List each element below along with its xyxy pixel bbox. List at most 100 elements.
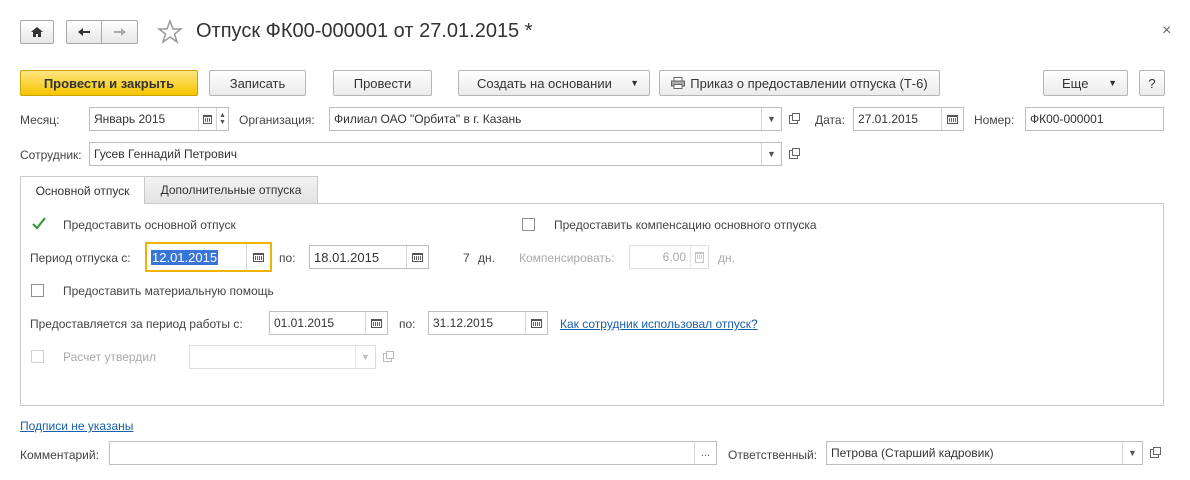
calendar-icon	[531, 318, 542, 328]
comment-value	[110, 442, 694, 464]
home-button[interactable]	[20, 20, 54, 44]
forward-button[interactable]	[101, 20, 138, 44]
open-icon	[788, 112, 800, 124]
page-title: Отпуск ФК00-000001 от 27.01.2015 *	[196, 20, 533, 42]
month-field[interactable]: Январь 2015 ▲ ▼	[89, 107, 229, 131]
compensate-unit: дн.	[718, 251, 735, 265]
help-button[interactable]: ?	[1139, 70, 1165, 96]
employee-value: Гусев Геннадий Петрович	[94, 147, 238, 161]
create-based-label: Создать на основании	[477, 75, 612, 91]
org-open-button[interactable]	[783, 109, 803, 129]
calculator-icon	[695, 251, 704, 263]
dropdown-arrow-icon: ▼	[1108, 78, 1117, 88]
date-value: 27.01.2015	[858, 112, 919, 126]
compensate-field: 6,00	[629, 245, 709, 269]
calendar-icon	[412, 252, 423, 262]
period-to-value: 18.01.2015	[314, 249, 380, 265]
calendar-icon	[371, 318, 382, 328]
days-count: 7	[463, 251, 470, 265]
calc-approved-field: ▼	[189, 345, 376, 369]
more-button[interactable]: Еще ▼	[1043, 70, 1128, 96]
write-button[interactable]: Записать	[209, 70, 306, 96]
days-unit: дн.	[478, 251, 495, 265]
employee-open-button[interactable]	[783, 144, 803, 164]
period-from-field[interactable]: 12.01.2015	[145, 242, 272, 272]
material-aid-label: Предоставить материальную помощь	[63, 284, 274, 298]
calc-approved-value	[190, 346, 355, 368]
employee-dropdown-button[interactable]: ▼	[761, 143, 781, 165]
calc-approved-open-button	[377, 347, 397, 367]
dropdown-arrow-icon: ▼	[767, 149, 776, 159]
period-to-field[interactable]: 18.01.2015	[309, 245, 429, 269]
org-label: Организация:	[239, 113, 315, 127]
responsible-field[interactable]: Петрова (Старший кадровик) ▼	[826, 441, 1143, 465]
work-to-calendar-button[interactable]	[525, 312, 547, 334]
favorite-star-icon[interactable]	[156, 18, 184, 48]
number-field[interactable]: ФК00-000001	[1025, 107, 1164, 131]
org-dropdown-button[interactable]: ▼	[761, 108, 781, 130]
arrow-left-icon	[78, 28, 90, 36]
responsible-label: Ответственный:	[728, 448, 818, 462]
work-to-field[interactable]: 31.12.2015	[428, 311, 548, 335]
grant-compensation-checkbox[interactable]	[522, 218, 535, 231]
tab-panel	[20, 203, 1164, 406]
calc-approved-label: Расчет утвердил	[63, 350, 157, 364]
back-button[interactable]	[66, 20, 102, 44]
open-icon	[382, 350, 394, 362]
dropdown-arrow-icon: ▼	[630, 78, 639, 88]
grant-main-label: Предоставить основной отпуск	[63, 218, 236, 232]
work-from-field[interactable]: 01.01.2015	[269, 311, 388, 335]
work-from-value: 01.01.2015	[274, 316, 335, 330]
calc-approved-checkbox	[31, 350, 44, 363]
date-label: Дата:	[815, 113, 845, 127]
home-icon	[31, 27, 43, 37]
close-icon[interactable]: ×	[1162, 22, 1171, 40]
work-to-label: по:	[399, 317, 416, 331]
work-from-calendar-button[interactable]	[365, 312, 387, 334]
printer-icon	[671, 77, 686, 89]
compensate-label: Компенсировать:	[519, 251, 615, 265]
post-button[interactable]: Провести	[333, 70, 432, 96]
grant-compensation-label: Предоставить компенсацию основного отпус…	[554, 218, 817, 232]
create-based-button[interactable]: Создать на основании ▼	[458, 70, 650, 96]
compensate-calc-button	[690, 246, 708, 268]
open-icon	[788, 147, 800, 159]
post-and-close-button[interactable]: Провести и закрыть	[20, 70, 198, 96]
calendar-icon	[203, 114, 212, 124]
responsible-open-button[interactable]	[1144, 443, 1164, 463]
tab-main-vacation[interactable]: Основной отпуск	[20, 176, 145, 204]
period-from-calendar-button[interactable]	[246, 244, 270, 270]
calc-approved-dropdown: ▼	[355, 346, 375, 368]
month-spinner[interactable]: ▲ ▼	[216, 108, 228, 130]
comment-field[interactable]: ...	[109, 441, 717, 465]
compensate-value: 6,00	[662, 250, 686, 264]
arrow-right-icon	[113, 28, 126, 36]
material-aid-checkbox[interactable]	[31, 284, 44, 297]
period-from-label: Период отпуска с:	[30, 251, 131, 265]
responsible-value: Петрова (Старший кадровик)	[831, 446, 994, 460]
print-order-button[interactable]: Приказ о предоставлении отпуска (Т-6)	[659, 70, 940, 96]
employee-field[interactable]: Гусев Геннадий Петрович ▼	[89, 142, 782, 166]
date-field[interactable]: 27.01.2015	[853, 107, 964, 131]
work-period-label: Предоставляется за период работы с:	[30, 317, 243, 331]
more-label: Еще	[1062, 75, 1089, 91]
responsible-dropdown-button[interactable]: ▼	[1122, 442, 1142, 464]
open-icon	[1149, 446, 1161, 458]
checkmark-icon	[32, 217, 46, 230]
signatures-link[interactable]: Подписи не указаны	[20, 419, 133, 433]
number-value: ФК00-000001	[1030, 112, 1104, 126]
grant-main-checkbox[interactable]	[31, 216, 47, 232]
org-field[interactable]: Филиал ОАО "Орбита" в г. Казань ▼	[329, 107, 782, 131]
month-value: Январь 2015	[94, 112, 166, 126]
month-select-button[interactable]	[198, 108, 216, 130]
calendar-icon	[253, 252, 264, 262]
month-label: Месяц:	[20, 113, 60, 127]
comment-edit-button[interactable]: ...	[694, 442, 716, 464]
dropdown-arrow-icon: ▼	[767, 114, 776, 124]
period-to-label: по:	[279, 251, 296, 265]
tab-additional-vacations[interactable]: Дополнительные отпуска	[144, 176, 318, 203]
vacation-usage-link[interactable]: Как сотрудник использовал отпуск?	[560, 317, 758, 331]
date-calendar-button[interactable]	[941, 108, 963, 130]
print-order-label: Приказ о предоставлении отпуска (Т-6)	[690, 75, 928, 91]
period-to-calendar-button[interactable]	[406, 246, 428, 268]
